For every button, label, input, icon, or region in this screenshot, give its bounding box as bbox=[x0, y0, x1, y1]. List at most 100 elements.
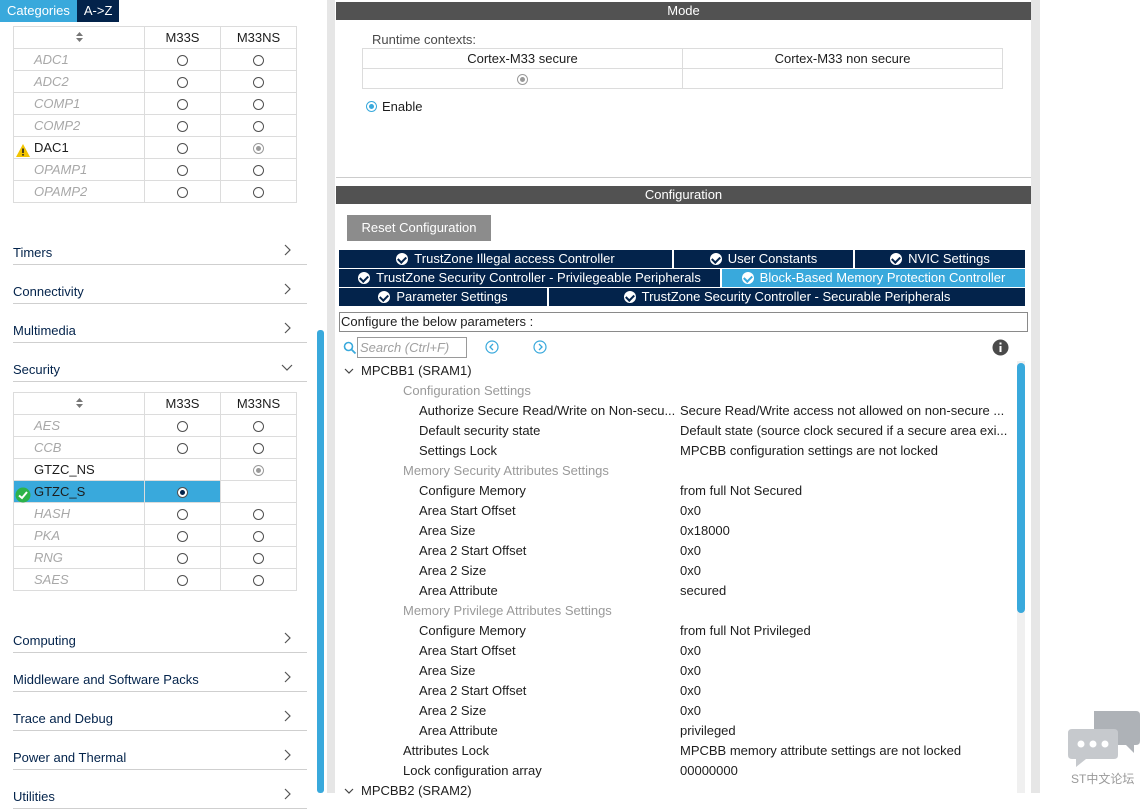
mode-radio[interactable] bbox=[177, 531, 188, 543]
m33s-cell[interactable] bbox=[144, 568, 221, 591]
sort-icon[interactable] bbox=[13, 392, 145, 415]
m33ns-cell[interactable] bbox=[220, 114, 297, 137]
panel-splitter[interactable] bbox=[327, 0, 335, 793]
category-computing[interactable]: Computing bbox=[13, 629, 307, 653]
peripheral-name-cell[interactable]: OPAMP1 bbox=[13, 158, 145, 181]
parameter-value[interactable]: privileged bbox=[680, 721, 1018, 741]
info-icon[interactable] bbox=[992, 339, 1009, 356]
peripheral-name-cell[interactable]: DAC1 bbox=[13, 136, 145, 159]
left-scrollbar-thumb[interactable] bbox=[317, 330, 324, 793]
parameter-row[interactable]: Authorize Secure Read/Write on Non-secu.… bbox=[337, 401, 1017, 421]
mode-radio[interactable] bbox=[177, 443, 188, 455]
parameter-value[interactable]: 0x0 bbox=[680, 501, 1018, 521]
parameter-row[interactable]: Area 2 Size 0x0 bbox=[337, 561, 1017, 581]
m33ns-cell[interactable] bbox=[220, 414, 297, 437]
mode-radio[interactable] bbox=[177, 121, 188, 133]
m33s-cell[interactable] bbox=[144, 524, 221, 547]
search-next-icon[interactable] bbox=[533, 340, 547, 354]
m33ns-cell[interactable] bbox=[220, 158, 297, 181]
mode-radio[interactable] bbox=[177, 77, 188, 89]
parameter-row[interactable]: Area 2 Start Offset 0x0 bbox=[337, 541, 1017, 561]
peripheral-name-cell[interactable]: GTZC_S bbox=[13, 480, 145, 503]
enable-option[interactable]: Enable bbox=[366, 99, 422, 114]
category-trace-and-debug[interactable]: Trace and Debug bbox=[13, 707, 307, 731]
reset-configuration-button[interactable]: Reset Configuration bbox=[347, 215, 491, 241]
m33s-cell[interactable] bbox=[144, 436, 221, 459]
mode-radio[interactable] bbox=[177, 553, 188, 565]
m33ns-cell[interactable] bbox=[220, 458, 297, 481]
m33s-cell[interactable] bbox=[144, 158, 221, 181]
peripheral-row[interactable]: SAES bbox=[13, 568, 297, 591]
m33ns-cell[interactable] bbox=[220, 180, 297, 203]
parameter-row[interactable]: Settings Lock MPCBB configuration setting… bbox=[337, 441, 1017, 461]
mode-radio[interactable] bbox=[253, 55, 264, 67]
peripheral-row[interactable]: GTZC_NS bbox=[13, 458, 297, 481]
mode-radio[interactable] bbox=[253, 465, 264, 477]
parameter-row[interactable]: Area Size 0x0 bbox=[337, 661, 1017, 681]
mode-radio[interactable] bbox=[253, 187, 264, 199]
mode-radio[interactable] bbox=[253, 143, 264, 155]
mode-radio[interactable] bbox=[177, 421, 188, 433]
parameter-value[interactable]: 0x0 bbox=[680, 661, 1018, 681]
peripheral-row[interactable]: PKA bbox=[13, 524, 297, 547]
sort-icon[interactable] bbox=[13, 26, 145, 49]
tab-parameter-settings[interactable]: Parameter Settings bbox=[339, 288, 547, 306]
m33s-cell[interactable] bbox=[144, 458, 221, 481]
m33ns-cell[interactable] bbox=[220, 524, 297, 547]
parameter-value[interactable]: 00000000 bbox=[680, 761, 1018, 781]
peripheral-row[interactable]: RNG bbox=[13, 546, 297, 569]
peripheral-row[interactable]: OPAMP1 bbox=[13, 158, 297, 181]
m33s-cell[interactable] bbox=[144, 546, 221, 569]
mode-radio[interactable] bbox=[253, 531, 264, 543]
tab-block-based-memory-protection[interactable]: Block-Based Memory Protection Controller bbox=[722, 269, 1025, 287]
parameter-row[interactable]: Default security state Default state (sou… bbox=[337, 421, 1017, 441]
parameter-value[interactable]: 0x0 bbox=[680, 701, 1018, 721]
runtime-secure-radio[interactable] bbox=[517, 74, 528, 86]
parameter-value[interactable]: Default state (source clock secured if a… bbox=[680, 421, 1018, 441]
mode-radio[interactable] bbox=[177, 575, 188, 587]
parameter-value[interactable]: secured bbox=[680, 581, 1018, 601]
mode-radio[interactable] bbox=[177, 99, 188, 111]
tree-node[interactable]: MPCBB1 (SRAM1) bbox=[337, 361, 1017, 381]
peripheral-row[interactable]: COMP2 bbox=[13, 114, 297, 137]
mode-radio[interactable] bbox=[177, 187, 188, 199]
m33s-cell[interactable] bbox=[144, 480, 221, 503]
runtime-secure-radio-cell[interactable] bbox=[362, 68, 683, 89]
parameter-value[interactable]: 0x18000 bbox=[680, 521, 1018, 541]
mode-radio[interactable] bbox=[253, 509, 264, 521]
category-connectivity[interactable]: Connectivity bbox=[13, 280, 307, 304]
parameter-row[interactable]: Area Start Offset 0x0 bbox=[337, 641, 1017, 661]
peripheral-name-cell[interactable]: SAES bbox=[13, 568, 145, 591]
mode-radio[interactable] bbox=[253, 99, 264, 111]
parameter-row[interactable]: Attributes Lock MPCBB memory attribute se… bbox=[337, 741, 1017, 761]
tree-group[interactable]: Configuration Settings bbox=[337, 381, 1017, 401]
parameter-row[interactable]: Area Attribute secured bbox=[337, 581, 1017, 601]
parameter-value[interactable]: from full Not Secured bbox=[680, 481, 1018, 501]
parameter-row[interactable]: Lock configuration array 00000000 bbox=[337, 761, 1017, 781]
mode-radio[interactable] bbox=[177, 55, 188, 67]
right-splitter[interactable] bbox=[1031, 0, 1040, 793]
peripheral-name-cell[interactable]: GTZC_NS bbox=[13, 458, 145, 481]
search-previous-icon[interactable] bbox=[485, 340, 499, 354]
peripheral-row[interactable]: HASH bbox=[13, 502, 297, 525]
peripheral-row[interactable]: CCB bbox=[13, 436, 297, 459]
peripheral-row[interactable]: OPAMP2 bbox=[13, 180, 297, 203]
tree-group[interactable]: Memory Security Attributes Settings bbox=[337, 461, 1017, 481]
peripheral-row[interactable]: GTZC_S bbox=[13, 480, 297, 503]
m33s-cell[interactable] bbox=[144, 502, 221, 525]
tab-tzsc-privilegeable[interactable]: TrustZone Security Controller - Privileg… bbox=[339, 269, 720, 287]
tree-node[interactable]: MPCBB2 (SRAM2) bbox=[337, 781, 1017, 801]
mode-radio[interactable] bbox=[253, 421, 264, 433]
category-security[interactable]: Security bbox=[13, 358, 307, 382]
m33s-cell[interactable] bbox=[144, 136, 221, 159]
peripheral-name-cell[interactable]: ADC1 bbox=[13, 48, 145, 71]
mode-radio[interactable] bbox=[253, 121, 264, 133]
m33ns-cell[interactable] bbox=[220, 568, 297, 591]
peripheral-name-cell[interactable]: ADC2 bbox=[13, 70, 145, 93]
mode-radio[interactable] bbox=[177, 509, 188, 521]
parameter-row[interactable]: Area Attribute privileged bbox=[337, 721, 1017, 741]
mode-radio[interactable] bbox=[253, 553, 264, 565]
peripheral-name-cell[interactable]: COMP2 bbox=[13, 114, 145, 137]
peripheral-row[interactable]: ADC1 bbox=[13, 48, 297, 71]
m33s-cell[interactable] bbox=[144, 70, 221, 93]
